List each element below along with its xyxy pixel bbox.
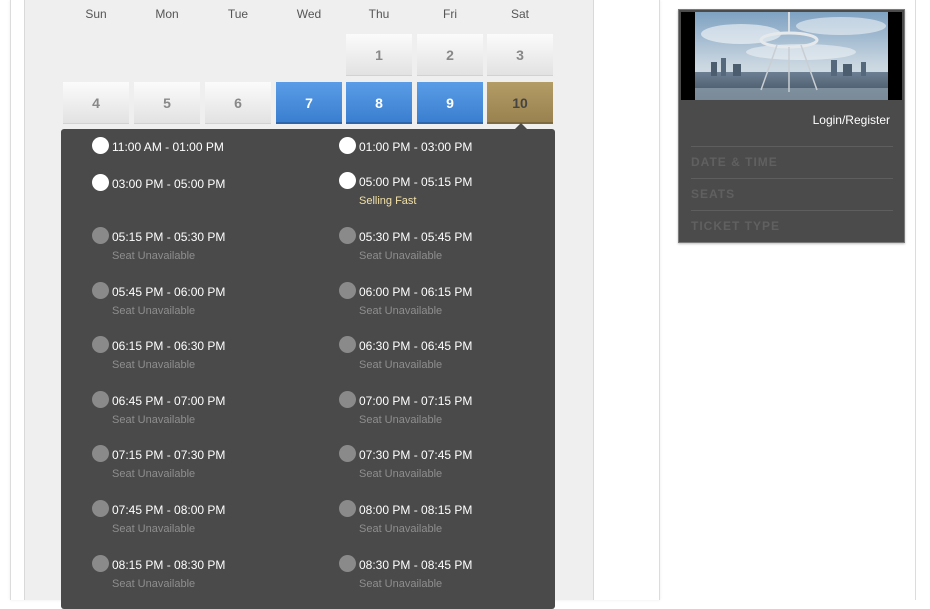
radio-icon[interactable] bbox=[339, 172, 356, 189]
slot-time: 05:45 PM - 06:00 PM bbox=[112, 285, 226, 299]
slot-status: Seat Unavailable bbox=[112, 578, 196, 590]
day-2[interactable]: 2 bbox=[417, 34, 483, 76]
radio-icon bbox=[92, 227, 109, 244]
slot-status: Seat Unavailable bbox=[112, 359, 196, 371]
radio-icon[interactable] bbox=[92, 174, 109, 191]
step-seats: SEATS bbox=[691, 178, 893, 201]
radio-icon bbox=[339, 445, 356, 462]
radio-icon[interactable] bbox=[92, 137, 109, 154]
slot-status: Seat Unavailable bbox=[359, 468, 443, 480]
slot-status: Seat Unavailable bbox=[112, 305, 196, 317]
radio-icon bbox=[339, 227, 356, 244]
login-register-link[interactable]: Login/Register bbox=[813, 113, 890, 127]
radio-icon bbox=[92, 500, 109, 517]
slot-status: Seat Unavailable bbox=[359, 359, 443, 371]
slot-status: Seat Unavailable bbox=[112, 414, 196, 426]
slot-status: Seat Unavailable bbox=[359, 250, 443, 262]
slot-time: 08:30 PM - 08:45 PM bbox=[359, 558, 473, 572]
time-slots-panel: 11:00 AM - 01:00 PM 01:00 PM - 03:00 PM … bbox=[61, 129, 555, 609]
weekday-sun: Sun bbox=[85, 7, 107, 21]
slot-time: 07:00 PM - 07:15 PM bbox=[359, 394, 473, 408]
slot-time: 05:15 PM - 05:30 PM bbox=[112, 230, 226, 244]
slot-time: 06:15 PM - 06:30 PM bbox=[112, 339, 226, 353]
slot-status: Seat Unavailable bbox=[112, 250, 196, 262]
slot-status: Seat Unavailable bbox=[112, 523, 196, 535]
day-4[interactable]: 4 bbox=[63, 82, 129, 124]
slot-time: 11:00 AM - 01:00 PM bbox=[112, 140, 224, 154]
slot-time: 05:30 PM - 05:45 PM bbox=[359, 230, 473, 244]
weekday-sat: Sat bbox=[510, 7, 529, 21]
skyline-image bbox=[695, 12, 888, 100]
weekday-mon: Mon bbox=[155, 7, 179, 21]
weekday-fri: Fri bbox=[443, 7, 457, 21]
slot-time: 07:15 PM - 07:30 PM bbox=[112, 448, 226, 462]
radio-icon bbox=[339, 555, 356, 572]
radio-icon bbox=[339, 336, 356, 353]
weekday-wed: Wed bbox=[296, 7, 322, 21]
slot-time: 06:00 PM - 06:15 PM bbox=[359, 285, 473, 299]
slot-time: 08:00 PM - 08:15 PM bbox=[359, 503, 473, 517]
day-7[interactable]: 7 bbox=[276, 82, 342, 124]
step-date-time: DATE & TIME bbox=[691, 146, 893, 169]
slot-time: 05:00 PM - 05:15 PM bbox=[359, 175, 473, 189]
slot-status: Seat Unavailable bbox=[359, 523, 443, 535]
slot-time: 07:30 PM - 07:45 PM bbox=[359, 448, 473, 462]
day-5[interactable]: 5 bbox=[134, 82, 200, 124]
day-6[interactable]: 6 bbox=[205, 82, 271, 124]
radio-icon bbox=[92, 555, 109, 572]
day-10-selected[interactable]: 10 bbox=[487, 82, 553, 124]
radio-icon[interactable] bbox=[339, 137, 356, 154]
attraction-photo bbox=[681, 12, 902, 100]
slot-status-selling-fast: Selling Fast bbox=[359, 195, 417, 207]
day-1[interactable]: 1 bbox=[346, 34, 412, 76]
slot-status: Seat Unavailable bbox=[359, 305, 443, 317]
day-9[interactable]: 9 bbox=[417, 82, 483, 124]
weekday-thu: Thu bbox=[368, 7, 390, 21]
page-divider bbox=[915, 0, 916, 600]
slot-time: 08:15 PM - 08:30 PM bbox=[112, 558, 226, 572]
radio-icon bbox=[92, 391, 109, 408]
slot-status: Seat Unavailable bbox=[112, 468, 196, 480]
weekday-tue: Tue bbox=[227, 7, 249, 21]
slot-time: 06:30 PM - 06:45 PM bbox=[359, 339, 473, 353]
slot-time: 07:45 PM - 08:00 PM bbox=[112, 503, 226, 517]
radio-icon bbox=[339, 500, 356, 517]
radio-icon bbox=[339, 391, 356, 408]
radio-icon bbox=[339, 282, 356, 299]
radio-icon bbox=[92, 282, 109, 299]
booking-summary-card: Login/Register DATE & TIME SEATS TICKET … bbox=[678, 9, 905, 243]
slot-time: 01:00 PM - 03:00 PM bbox=[359, 140, 473, 154]
radio-icon bbox=[92, 445, 109, 462]
day-8[interactable]: 8 bbox=[346, 82, 412, 124]
slot-status: Seat Unavailable bbox=[359, 414, 443, 426]
slot-time: 03:00 PM - 05:00 PM bbox=[112, 177, 226, 191]
slot-status: Seat Unavailable bbox=[359, 578, 443, 590]
day-3[interactable]: 3 bbox=[487, 34, 553, 76]
slot-time: 06:45 PM - 07:00 PM bbox=[112, 394, 226, 408]
radio-icon bbox=[92, 336, 109, 353]
step-ticket-type: TICKET TYPE bbox=[691, 210, 893, 233]
